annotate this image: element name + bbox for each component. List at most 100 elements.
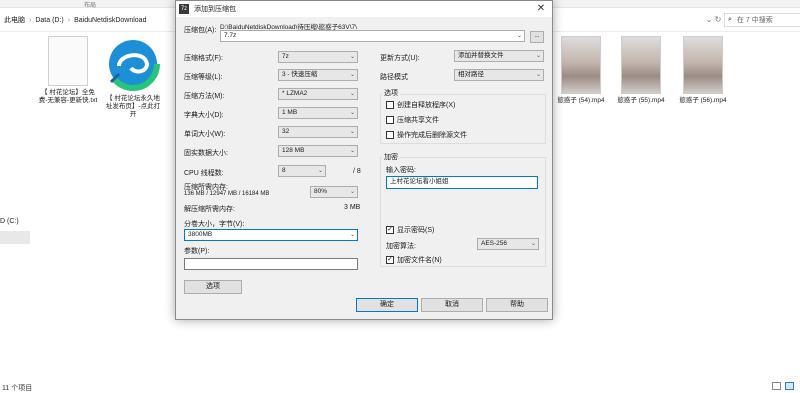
dictionary-value: 1 MB — [282, 109, 298, 116]
search-placeholder: 在 7 中搜索 — [736, 17, 773, 24]
parameters-label: 参数(P): — [184, 248, 210, 255]
cpu-threads-total: / 8 — [353, 168, 361, 175]
options-group-title: 选项 — [382, 88, 400, 98]
dialog-titlebar[interactable]: 7z 添加到压缩包 ✕ — [176, 1, 552, 17]
create-sfx-label: 创建自释放程序(X) — [397, 102, 456, 109]
video-thumbnail — [561, 36, 601, 94]
ok-button[interactable]: 确定 — [356, 298, 418, 312]
chevron-down-icon: ⌄ — [349, 129, 355, 135]
chevron-down-icon: ⌄ — [516, 33, 522, 39]
level-value: 3 - 快速压缩 — [282, 71, 318, 78]
check-icon: ✓ — [386, 226, 394, 234]
file-item[interactable]: 慾惑子 (56).mp4 — [673, 36, 733, 105]
chevron-down-icon: ⌄ — [535, 72, 541, 78]
encryption-group-title: 加密 — [382, 152, 400, 162]
solid-size-select[interactable]: 128 MB ⌄ — [278, 145, 358, 157]
nav-item-selected[interactable] — [0, 231, 30, 244]
encrypt-filenames-checkbox[interactable]: ✓ 加密文件名(N) — [386, 255, 442, 265]
text-file-icon — [48, 36, 88, 86]
compress-shared-label: 压缩共享文件 — [397, 117, 439, 124]
decompress-memory-label: 解压缩所需内存: — [184, 206, 235, 213]
format-value: 7z — [282, 53, 289, 60]
word-size-select[interactable]: 32 ⌄ — [278, 126, 358, 138]
dialog-title: 添加到压缩包 — [194, 6, 236, 13]
cancel-button[interactable]: 取消 — [421, 298, 483, 312]
show-password-label: 显示密码(S) — [397, 227, 435, 234]
file-item[interactable]: 慾惑子 (54).mp4 — [551, 36, 611, 105]
update-mode-label: 更新方式(U): — [380, 55, 420, 62]
close-icon[interactable]: ✕ — [530, 1, 552, 17]
breadcrumb-item-this-pc[interactable]: 此电脑 — [4, 15, 25, 25]
breadcrumb-item-folder[interactable]: BaiduNetdiskDownload — [74, 17, 146, 24]
browse-button[interactable]: ... — [530, 31, 544, 43]
memory-percent-select[interactable]: 80% ⌄ — [310, 186, 358, 198]
details-view-icon[interactable] — [772, 382, 781, 390]
encryption-method-label: 加密算法: — [386, 243, 416, 250]
word-size-label: 单词大小(W): — [184, 131, 226, 138]
video-thumbnail — [621, 36, 661, 94]
options-button[interactable]: 选项 — [184, 280, 242, 294]
password-input[interactable]: 上村花论坛看小姐姐 — [386, 176, 538, 189]
file-item[interactable]: 慾惑子 (55).mp4 — [611, 36, 671, 105]
level-select[interactable]: 3 - 快速压缩 ⌄ — [278, 69, 358, 81]
encryption-method-select[interactable]: AES-256 ⌄ — [477, 238, 539, 250]
7zip-icon: 7z — [179, 4, 189, 14]
cpu-threads-value: 8 — [282, 167, 286, 174]
file-name: 慾惑子 (54).mp4 — [557, 97, 605, 104]
check-icon: ✓ — [386, 256, 394, 264]
path-mode-label: 路径模式 — [380, 74, 408, 81]
video-thumbnail — [683, 36, 723, 94]
update-mode-value: 添加并替换文件 — [458, 52, 504, 59]
archive-name-combo[interactable]: 7.7z ⌄ — [220, 30, 525, 42]
file-name: 慾惑子 (55).mp4 — [617, 97, 665, 104]
archive-label: 压缩包(A): — [184, 27, 217, 34]
method-value: * LZMA2 — [282, 90, 308, 97]
chevron-down-icon: ⌄ — [349, 72, 355, 78]
update-mode-select[interactable]: 添加并替换文件 ⌄ — [454, 50, 544, 62]
view-toggle — [772, 382, 794, 390]
encrypt-filenames-label: 加密文件名(N) — [397, 257, 442, 264]
split-size-value: 3800MB — [188, 231, 213, 238]
path-mode-select[interactable]: 相对路径 ⌄ — [454, 69, 544, 81]
help-button[interactable]: 帮助 — [486, 298, 548, 312]
breadcrumb-item-drive[interactable]: Data (D:) — [35, 17, 63, 24]
navigation-pane — [0, 32, 30, 378]
chevron-down-icon: ⌄ — [349, 54, 355, 60]
chevron-down-icon: ⌄ — [349, 148, 355, 154]
parameters-input[interactable] — [184, 258, 358, 270]
chevron-down-icon: ⌄ — [530, 241, 536, 247]
method-select[interactable]: * LZMA2 ⌄ — [278, 88, 358, 100]
method-label: 压缩方法(M): — [184, 93, 225, 100]
checkbox-box — [386, 131, 394, 139]
memory-detail: 136 MB / 12947 MB / 16184 MB — [184, 191, 270, 197]
breadcrumb[interactable]: 此电脑 › Data (D:) › BaiduNetdiskDownload — [0, 13, 146, 27]
chevron-down-icon: ⌄ — [349, 110, 355, 116]
decompress-memory-value: 3 MB — [344, 204, 361, 211]
memory-percent-value: 80% — [314, 188, 328, 195]
refresh-icon[interactable]: ↻ — [712, 13, 724, 27]
large-icons-view-icon[interactable] — [785, 382, 794, 390]
nav-item-drive[interactable]: D (C:) — [0, 218, 19, 225]
dictionary-label: 字典大小(D): — [184, 112, 224, 119]
cpu-threads-label: CPU 线程数: — [184, 170, 224, 177]
path-mode-value: 相对路径 — [458, 71, 484, 78]
chevron-down-icon: ⌄ — [349, 91, 355, 97]
file-item[interactable]: 【 村花论坛】全免费-无兼容-更新快.txt — [38, 36, 98, 105]
delete-after-checkbox[interactable]: 操作完成后删除源文件 — [386, 130, 467, 140]
edge-browser-icon — [105, 36, 161, 92]
chevron-down-icon: ⌄ — [317, 168, 323, 174]
format-label: 压缩格式(F): — [184, 55, 223, 62]
split-size-combo[interactable]: 3800MB ⌄ — [184, 229, 358, 241]
chevron-right-icon: › — [29, 16, 32, 24]
split-size-label: 分卷大小，字节(V): — [184, 221, 245, 228]
format-select[interactable]: 7z ⌄ — [278, 51, 358, 63]
file-name: 【 村花论坛】全免费-无兼容-更新快.txt — [38, 89, 98, 104]
show-password-checkbox[interactable]: ✓ 显示密码(S) — [386, 225, 434, 235]
search-input[interactable]: ⌕ 在 7 中搜索 — [724, 13, 800, 27]
dictionary-select[interactable]: 1 MB ⌄ — [278, 107, 358, 119]
cpu-threads-select[interactable]: 8 ⌄ — [278, 165, 326, 177]
checkbox-box — [386, 116, 394, 124]
compress-shared-checkbox[interactable]: 压缩共享文件 — [386, 115, 439, 125]
create-sfx-checkbox[interactable]: 创建自释放程序(X) — [386, 100, 455, 110]
file-item[interactable]: 【 村花论坛永久地址发布页】-点此打开 — [103, 36, 163, 119]
